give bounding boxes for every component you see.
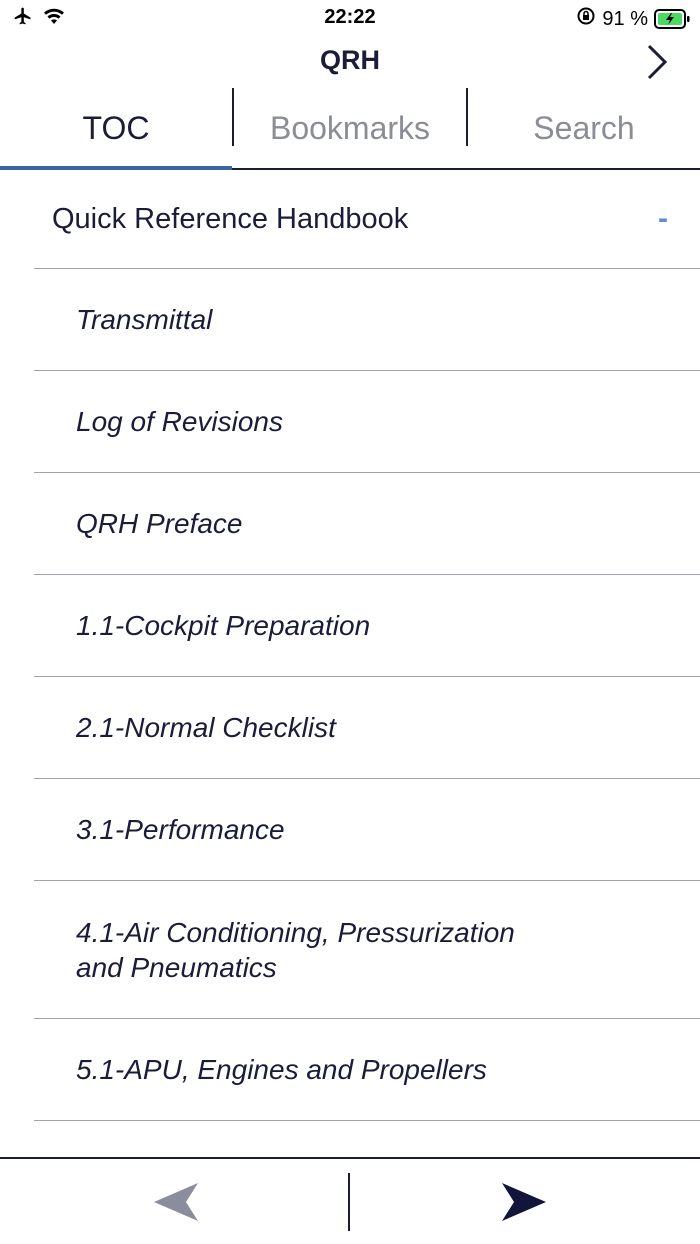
chevron-right-icon[interactable]: [640, 40, 674, 84]
collapse-icon[interactable]: -: [658, 202, 668, 236]
toc-item-apu-engines[interactable]: 5.1-APU, Engines and Propellers: [34, 1018, 700, 1120]
toc-root-label: Quick Reference Handbook: [52, 202, 409, 235]
toc-item-normal-checklist[interactable]: 2.1-Normal Checklist: [34, 676, 700, 778]
page-title: QRH: [320, 45, 380, 75]
arrow-right-icon[interactable]: [498, 1179, 550, 1225]
status-right: 91 %: [576, 6, 690, 32]
toc-item-transmittal[interactable]: Transmittal: [34, 268, 700, 370]
tab-bookmarks[interactable]: Bookmarks: [234, 88, 466, 168]
toc-item-air-conditioning[interactable]: 4.1-Air Conditioning, Pressurization and…: [34, 880, 700, 1018]
tab-bar: TOC Bookmarks Search: [0, 88, 700, 170]
bottom-divider: [348, 1173, 350, 1231]
toc-item-qrh-preface[interactable]: QRH Preface: [34, 472, 700, 574]
orientation-lock-icon: [576, 6, 596, 32]
battery-percent: 91 %: [602, 7, 648, 30]
divider: [34, 1120, 700, 1121]
tab-toc[interactable]: TOC: [0, 88, 232, 170]
header: QRH: [0, 36, 700, 88]
battery-charging-icon: [654, 9, 690, 29]
toc-list: Transmittal Log of Revisions QRH Preface…: [0, 268, 700, 1120]
tab-search[interactable]: Search: [468, 88, 700, 168]
toc-item-cockpit-preparation[interactable]: 1.1-Cockpit Preparation: [34, 574, 700, 676]
toc-item-log-of-revisions[interactable]: Log of Revisions: [34, 370, 700, 472]
toc-root-item[interactable]: Quick Reference Handbook -: [0, 170, 700, 268]
toc-list-container: Quick Reference Handbook - Transmittal L…: [0, 170, 700, 1158]
status-bar: 22:22 91 %: [0, 0, 700, 36]
toc-item-performance[interactable]: 3.1-Performance: [34, 778, 700, 880]
arrow-left-icon[interactable]: [150, 1179, 202, 1225]
bottom-nav-bar: [0, 1157, 700, 1244]
